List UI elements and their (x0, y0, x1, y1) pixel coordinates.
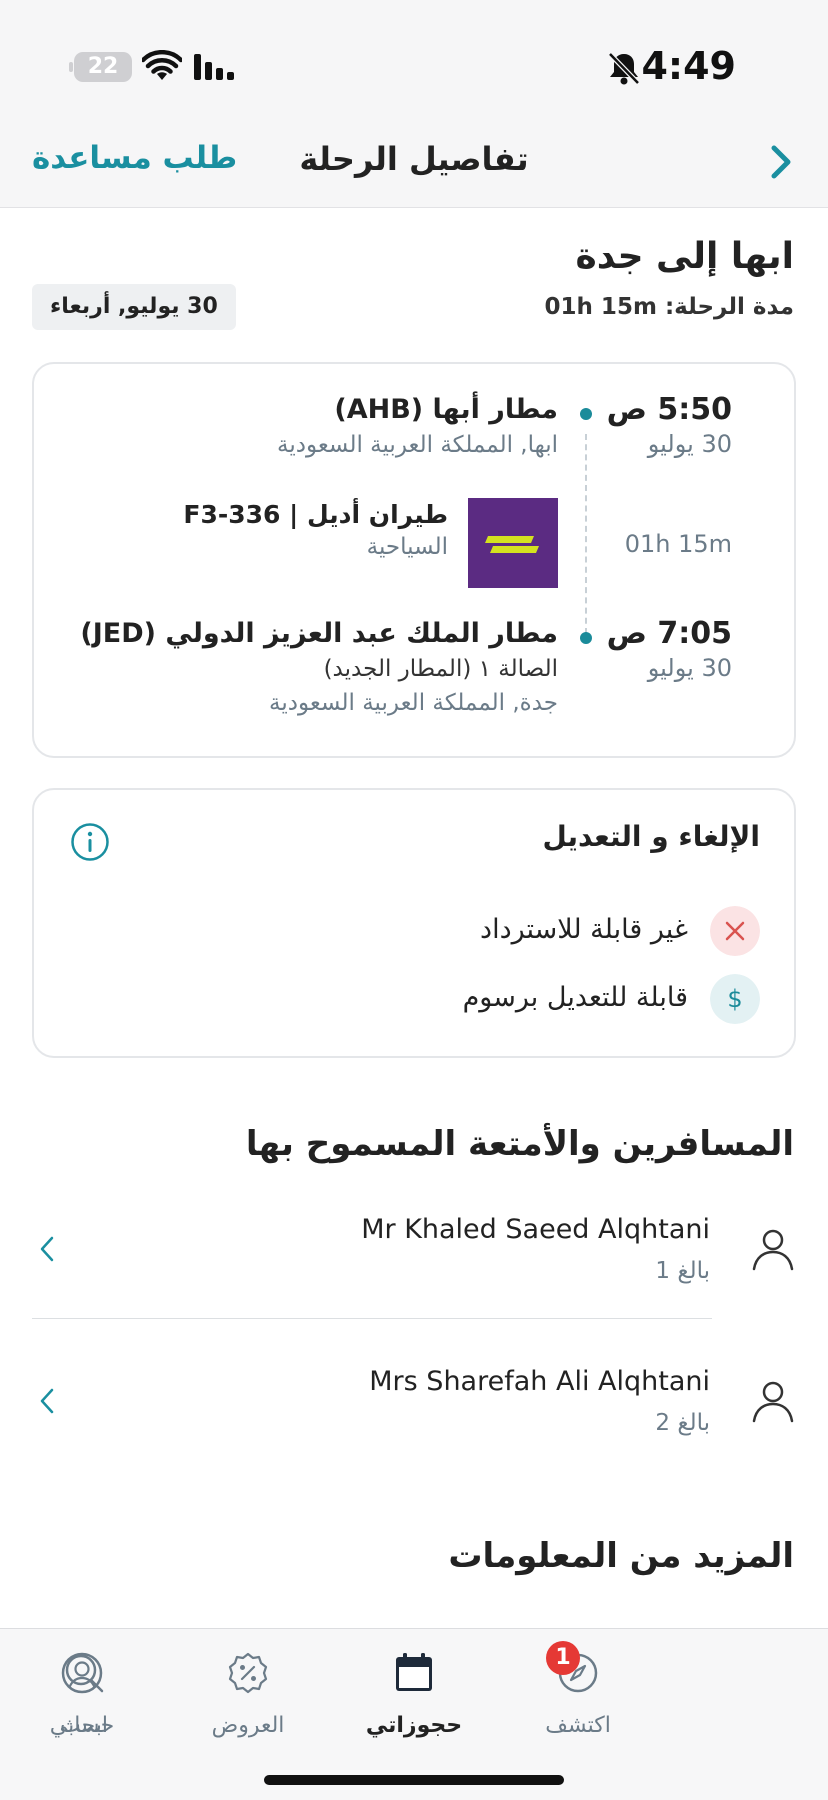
help-request-link[interactable]: طلب مساعدة (32, 140, 237, 176)
policy-text: قابلة للتعديل برسوم (462, 982, 688, 1013)
departure-date: 30 يوليو (647, 430, 732, 458)
passenger-divider (32, 1318, 712, 1319)
battery-indicator: 22 (69, 52, 132, 82)
dollar-icon: $ (710, 974, 760, 1024)
arrival-location: جدة, المملكة العربية السعودية (269, 690, 558, 716)
tab-offers[interactable]: العروض (178, 1643, 318, 1753)
segment-duration: 01h 15m (624, 530, 732, 558)
clock: 4:49 (641, 44, 736, 88)
passenger-name: Mrs Sharefah Ali Alqhtani (369, 1366, 710, 1397)
trip-duration: مدة الرحلة: 01h 15m (545, 294, 794, 320)
arrival-dot (580, 632, 592, 644)
departure-airport: مطار أبها (AHB) (334, 394, 558, 425)
silent-mode-icon (608, 52, 640, 85)
person-icon (752, 1229, 794, 1271)
x-icon (710, 906, 760, 956)
tab-label: حسابي (49, 1713, 115, 1738)
passenger-type: بالغ 2 (655, 1410, 710, 1436)
flight-path-line (585, 434, 587, 634)
policy-changeable-fee: $ قابلة للتعديل برسوم (360, 974, 760, 1026)
calendar-icon (396, 1653, 432, 1691)
airline-flight-number: طيران أديل | F3-336 (183, 500, 448, 529)
tab-label: حجوزاتي (365, 1713, 463, 1738)
tab-label: العروض (211, 1713, 285, 1738)
tab-label: اكتشف (545, 1713, 611, 1738)
passenger-name: Mr Khaled Saeed Alqhtani (361, 1214, 710, 1245)
chevron-left-icon (40, 1388, 54, 1414)
info-icon[interactable] (70, 822, 110, 862)
flight-details-card: 5:50 ص 30 يوليو مطار أبها (AHB) ابها, ال… (32, 362, 796, 758)
trip-date-badge: 30 يوليو, أربعاء (32, 284, 236, 330)
discount-icon (228, 1652, 268, 1694)
passenger-row[interactable]: Mrs Sharefah Ali Alqhtani بالغ 2 (32, 1338, 796, 1470)
arrival-terminal: الصالة ١ (المطار الجديد) (323, 656, 558, 682)
passenger-type: بالغ 1 (655, 1258, 710, 1284)
arrival-airport: مطار الملك عبد العزيز الدولي (JED) (80, 618, 558, 649)
departure-time: 5:50 ص (606, 392, 732, 427)
wifi-icon (142, 50, 182, 80)
tab-account[interactable]: حسابي (12, 1643, 152, 1753)
more-info-section-title: المزيد من المعلومات (448, 1536, 794, 1576)
arrival-time: 7:05 ص (606, 616, 732, 651)
home-indicator (264, 1775, 564, 1785)
departure-dot (580, 408, 592, 420)
airline-logo-icon (468, 498, 558, 588)
passengers-section-title: المسافرين والأمتعة المسموح بها (245, 1124, 794, 1164)
tab-explore[interactable]: 1 اكتشف (508, 1641, 648, 1753)
bottom-tab-bar: ابحث 1 اكتشف حجوزاتي العروض حسابي (0, 1628, 828, 1800)
notification-badge: 1 (546, 1641, 580, 1675)
trip-duration-value: 01h 15m (544, 294, 657, 320)
profile-icon (61, 1652, 103, 1694)
passenger-row[interactable]: Mr Khaled Saeed Alqhtani بالغ 1 (32, 1186, 796, 1318)
tab-my-bookings[interactable]: حجوزاتي (344, 1643, 484, 1753)
policy-text: غير قابلة للاسترداد (480, 914, 688, 945)
person-icon (752, 1381, 794, 1423)
cellular-signal-icon (194, 54, 234, 80)
policy-non-refundable: غير قابلة للاسترداد (360, 906, 760, 958)
cabin-class: السياحية (366, 534, 448, 560)
cancellation-policy-card: الإلغاء و التعديل غير قابلة للاسترداد $ … (32, 788, 796, 1058)
chevron-left-icon (40, 1236, 54, 1262)
arrival-date: 30 يوليو (647, 654, 732, 682)
nav-header: تفاصيل الرحلة طلب مساعدة (0, 130, 828, 208)
cancellation-title: الإلغاء و التعديل (542, 820, 760, 853)
status-bar: 22 4:49 (0, 0, 828, 130)
departure-location: ابها, المملكة العربية السعودية (276, 432, 558, 458)
trip-duration-label: مدة الرحلة: (664, 294, 794, 320)
svg-text:$: $ (727, 985, 742, 1013)
trip-route-title: ابها إلى جدة (575, 236, 794, 277)
